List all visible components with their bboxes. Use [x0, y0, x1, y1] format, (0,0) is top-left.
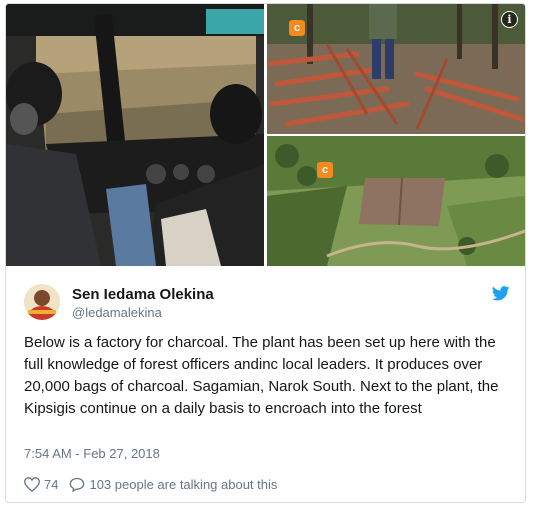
tweet-actions: 74 103 people are talking about this: [24, 474, 277, 494]
photo-aerial-charcoal-plant[interactable]: c: [267, 136, 525, 266]
speech-bubble-icon: [70, 477, 85, 492]
heart-icon: [24, 476, 40, 492]
like-count: 74: [44, 476, 59, 492]
avatar[interactable]: [24, 284, 60, 320]
tweet-card: c i c Sen Iedama Olekina @ledamalekina B…: [5, 3, 526, 503]
tweet-header: Sen Iedama Olekina @ledamalekina: [24, 282, 514, 322]
author-name[interactable]: Sen Iedama Olekina: [72, 286, 214, 303]
photo-felled-trees[interactable]: c i: [267, 4, 525, 134]
info-icon[interactable]: i: [501, 11, 518, 28]
photo-helicopter-cockpit[interactable]: [6, 4, 264, 266]
twitter-bird-icon[interactable]: [492, 286, 510, 301]
talking-about-count: 103 people are talking about this: [89, 476, 278, 492]
media-badge-icon: c: [289, 20, 305, 36]
tweet-timestamp[interactable]: 7:54 AM - Feb 27, 2018: [24, 446, 160, 461]
media-badge-icon-2: c: [317, 162, 333, 178]
author-handle[interactable]: @ledamalekina: [72, 305, 162, 320]
tweet-text: Below is a factory for charcoal. The pla…: [24, 334, 499, 417]
tweet-media[interactable]: c i c: [6, 4, 525, 266]
conversation-link[interactable]: 103 people are talking about this: [69, 477, 277, 492]
like-button[interactable]: 74: [24, 477, 69, 492]
